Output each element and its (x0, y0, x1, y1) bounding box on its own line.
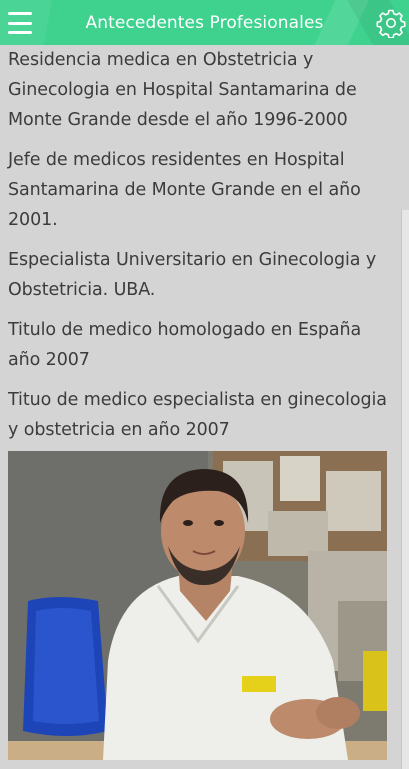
doctor-portrait-photo (8, 451, 387, 760)
career-item: Jefe de medicos residentes en Hospital S… (8, 150, 361, 230)
app-screen: Antecedentes Profesionales Residencia me… (0, 0, 409, 769)
hamburger-menu-icon[interactable] (8, 12, 32, 34)
career-item: Especialista Universitario en Ginecologi… (8, 250, 377, 300)
scrollbar[interactable] (401, 210, 409, 769)
menu-line (8, 12, 32, 15)
page-title: Antecedentes Profesionales (85, 13, 324, 33)
content-area: Residencia medica en Obstetricia y Ginec… (0, 45, 400, 455)
menu-line (8, 31, 32, 34)
menu-line (8, 21, 32, 25)
career-item: Titulo de medico homologado en España añ… (8, 320, 362, 370)
gear-icon[interactable] (376, 8, 406, 39)
career-item: Residencia medica en Obstetricia y Ginec… (8, 50, 357, 130)
app-header: Antecedentes Profesionales (0, 0, 409, 45)
career-item: Tituo de medico especialista en ginecolo… (8, 390, 387, 440)
